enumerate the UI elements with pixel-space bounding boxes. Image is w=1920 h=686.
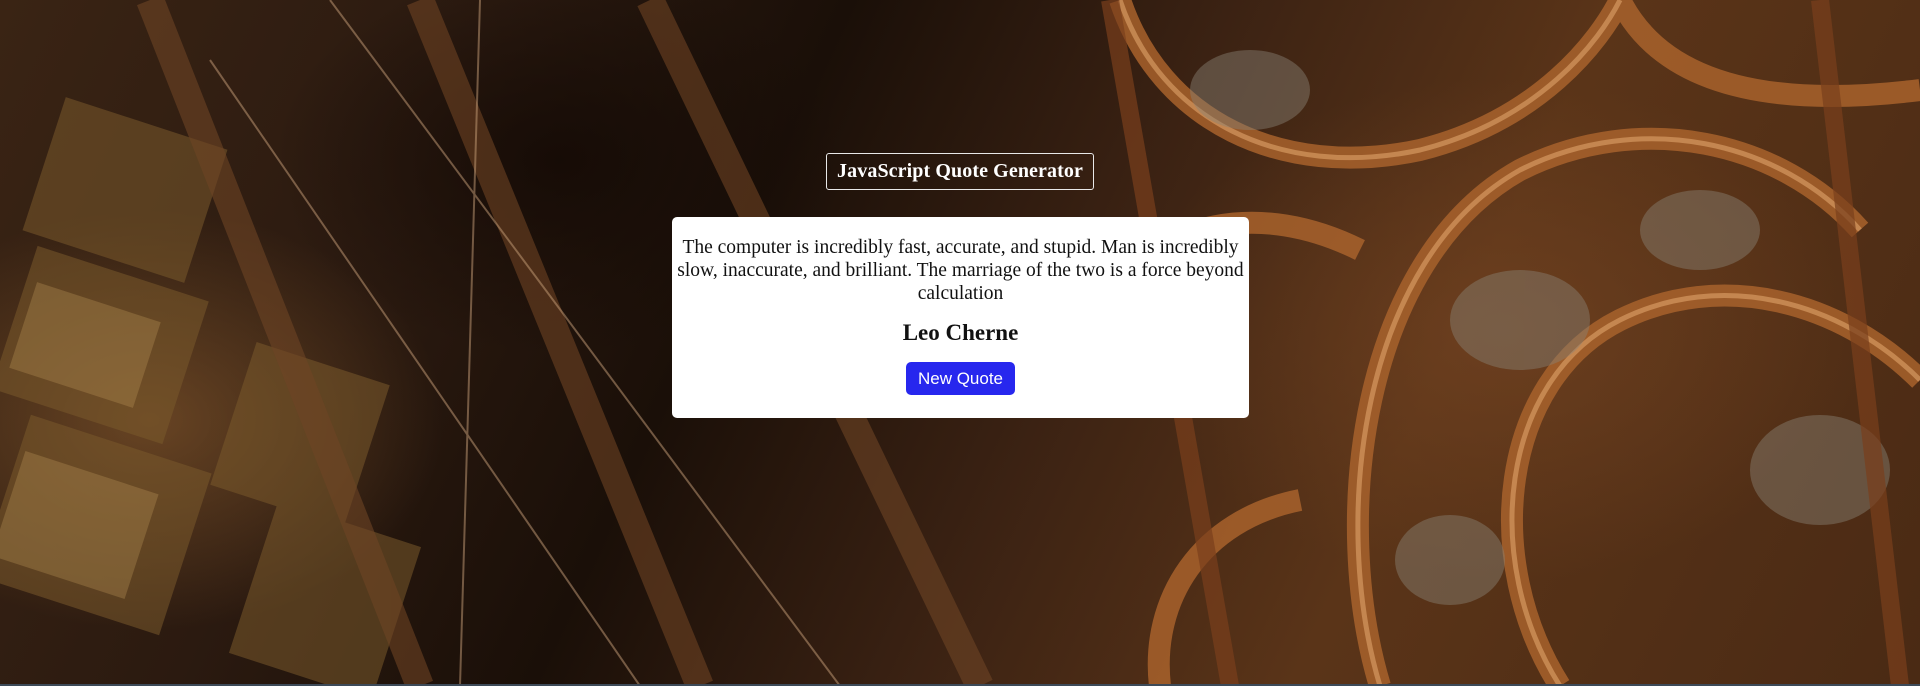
quote-card: The computer is incredibly fast, accurat… [672,217,1249,418]
page-title: JavaScript Quote Generator [826,153,1094,190]
new-quote-button[interactable]: New Quote [905,362,1016,395]
quote-text: The computer is incredibly fast, accurat… [677,237,1244,304]
quote-author: Leo Cherne [902,320,1019,345]
